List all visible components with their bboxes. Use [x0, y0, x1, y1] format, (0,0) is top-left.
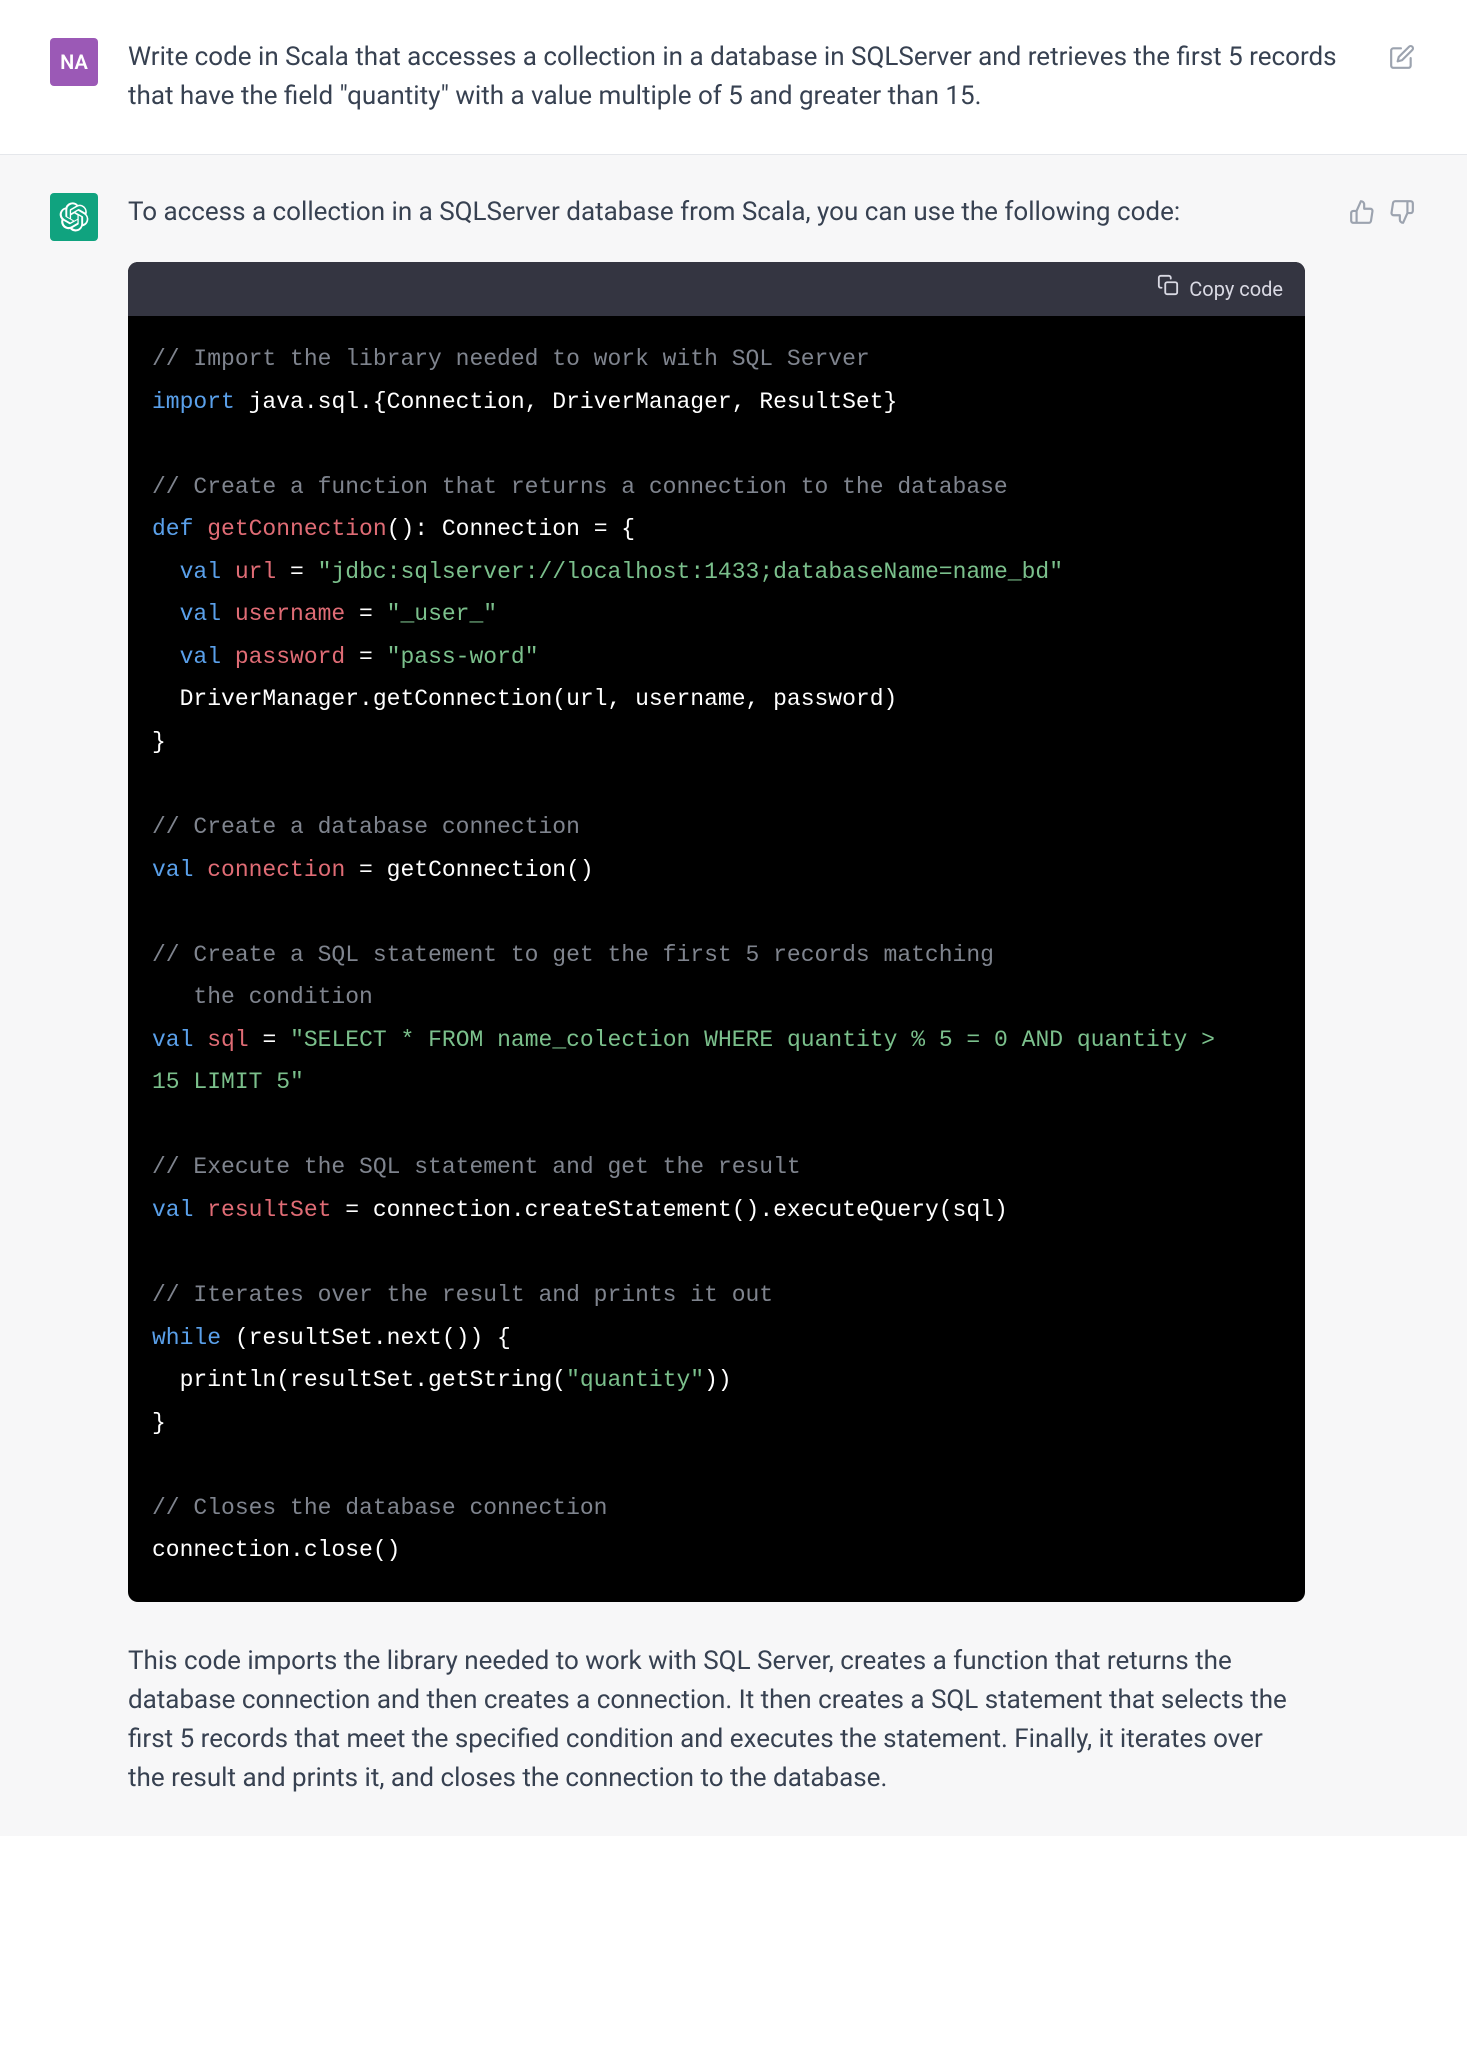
assistant-intro-text: To access a collection in a SQLServer da… — [128, 193, 1305, 232]
assistant-message-actions — [1347, 193, 1417, 227]
code-block: Copy code // Import the library needed t… — [128, 262, 1305, 1602]
user-message-actions — [1387, 38, 1417, 72]
user-message-text: Write code in Scala that accesses a coll… — [128, 38, 1345, 116]
clipboard-icon — [1157, 274, 1179, 304]
copy-code-button[interactable]: Copy code — [1157, 274, 1283, 304]
code-header: Copy code — [128, 262, 1305, 316]
user-message: NA Write code in Scala that accesses a c… — [0, 0, 1467, 155]
edit-icon[interactable] — [1387, 42, 1417, 72]
user-avatar: NA — [50, 38, 98, 86]
copy-code-label: Copy code — [1189, 274, 1283, 304]
thumbs-up-icon[interactable] — [1347, 197, 1377, 227]
assistant-avatar — [50, 193, 98, 241]
code-content: // Import the library needed to work wit… — [128, 316, 1305, 1602]
assistant-message: To access a collection in a SQLServer da… — [0, 155, 1467, 1836]
user-avatar-initials: NA — [60, 47, 88, 77]
assistant-outro-text: This code imports the library needed to … — [128, 1642, 1305, 1798]
thumbs-down-icon[interactable] — [1387, 197, 1417, 227]
assistant-message-body: To access a collection in a SQLServer da… — [128, 193, 1317, 1798]
chat-page: NA Write code in Scala that accesses a c… — [0, 0, 1467, 1836]
user-message-body: Write code in Scala that accesses a coll… — [128, 38, 1357, 116]
